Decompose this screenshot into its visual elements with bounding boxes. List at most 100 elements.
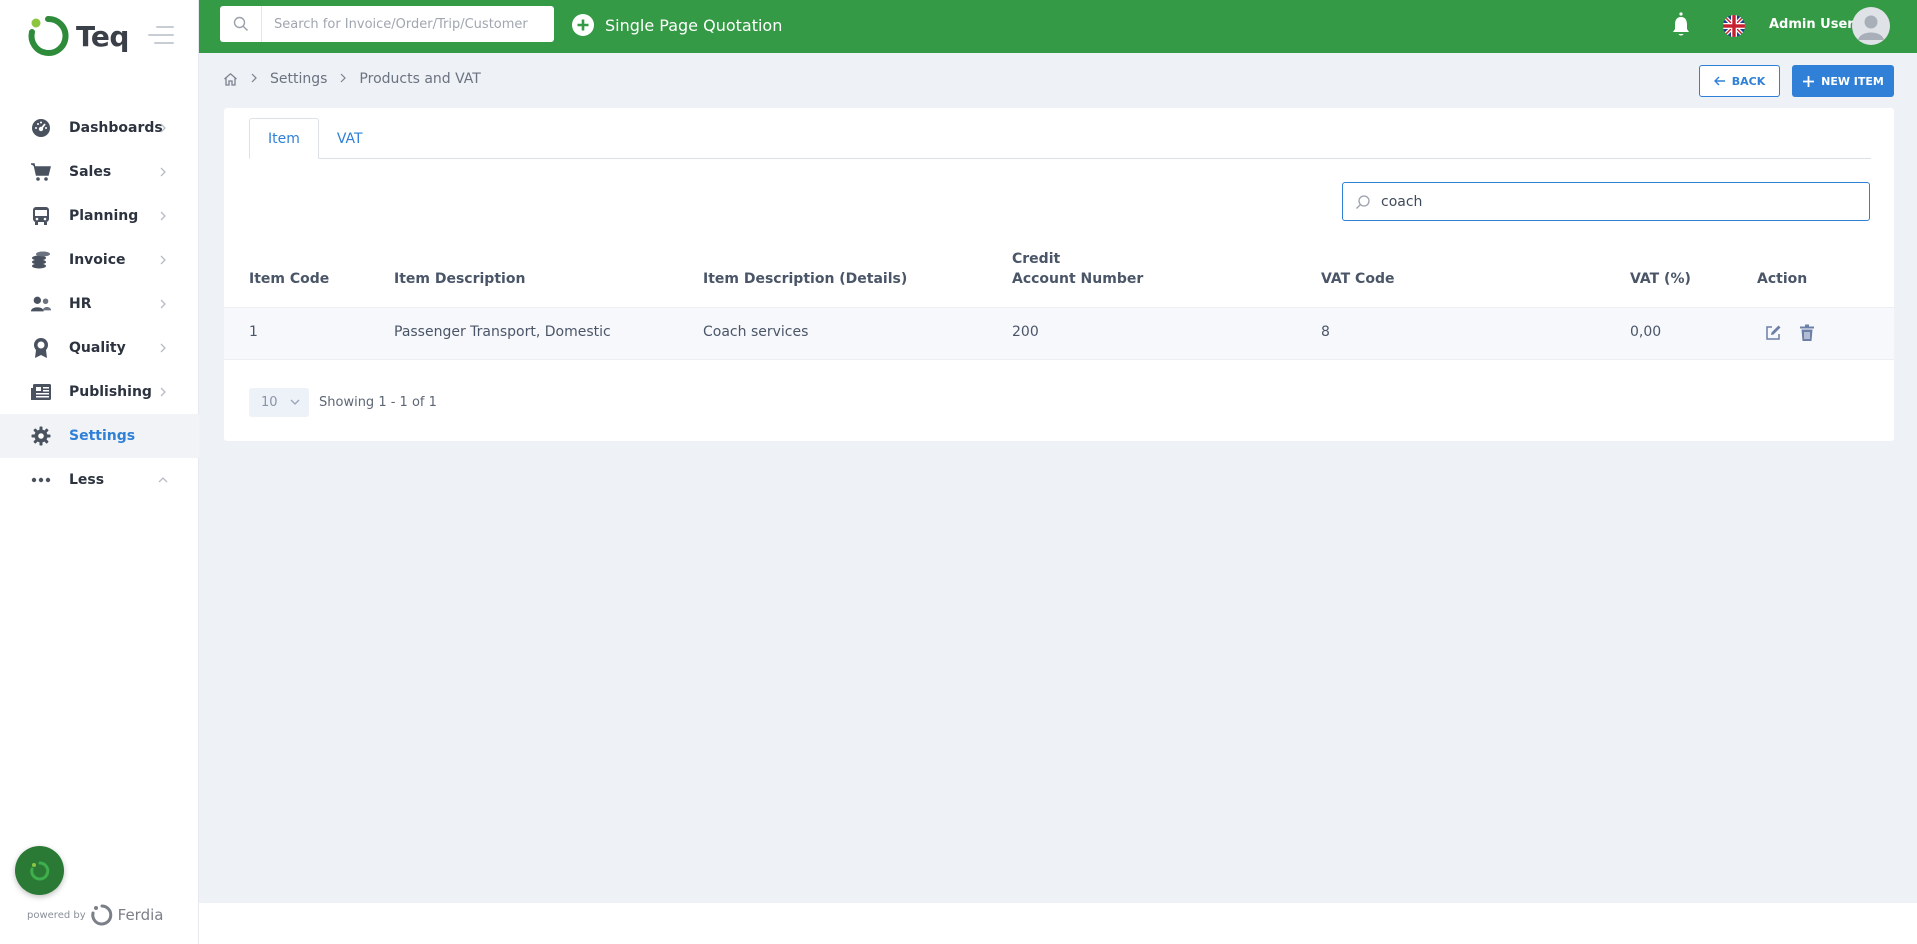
sidebar-item-settings[interactable]: Settings [0,414,199,458]
sidebar-nav: Dashboards Sales Planning Invoice HR Qua… [0,106,199,502]
column-header-vat-percent[interactable]: VAT (%) [1630,269,1691,289]
global-search[interactable] [220,6,554,42]
cell-credit-account-number: 200 [1012,324,1039,340]
breadcrumb: Settings Products and VAT [223,71,481,87]
teq-logo-icon [29,861,49,880]
chevron-up-icon [158,477,168,483]
search-icon[interactable] [220,6,262,42]
column-header-account-number[interactable]: Account Number [1012,269,1143,289]
sidebar-item-sales[interactable]: Sales [0,150,199,194]
users-icon [30,293,52,315]
cell-vat-percent: 0,00 [1630,324,1662,340]
page-size-value: 10 [261,395,278,410]
products-card: Item VAT Item Code Item Description Item… [224,108,1894,441]
chevron-right-icon [160,123,166,133]
gear-icon [30,425,52,447]
user-name[interactable]: Admin User [1769,17,1854,32]
search-icon [1356,194,1370,209]
teq-logo-icon [28,15,69,56]
column-header-item-description[interactable]: Item Description [394,269,525,289]
sidebar-item-quality[interactable]: Quality [0,326,199,370]
column-header-action: Action [1757,271,1808,287]
sidebar-item-label: Settings [69,428,136,444]
chevron-down-icon [290,399,300,405]
chevron-right-icon [160,167,166,177]
sidebar-item-label: Quality [69,340,126,356]
language-flag-icon[interactable] [1723,15,1745,37]
bus-icon [30,205,52,227]
back-button[interactable]: BACK [1699,65,1780,97]
assistant-button[interactable] [15,846,64,895]
sidebar-item-dashboards[interactable]: Dashboards [0,106,199,150]
sidebar-item-label: Planning [69,208,139,224]
chevron-right-icon [160,299,166,309]
plus-circle-icon [572,14,594,36]
sidebar-item-label: Less [69,472,105,488]
edit-icon[interactable] [1764,324,1782,342]
sidebar-item-label: Invoice [69,252,126,268]
dashboard-icon [30,117,52,139]
chevron-right-icon [339,71,347,87]
chevron-right-icon [160,387,166,397]
column-header-item-code[interactable]: Item Code [249,269,329,289]
tab-item[interactable]: Item [249,118,319,159]
page-size-select[interactable]: 10 [249,388,309,417]
global-search-input[interactable] [262,16,552,32]
pagination: 10 Showing 1 - 1 of 1 [249,388,437,417]
table-search[interactable] [1342,182,1870,221]
sidebar-item-planning[interactable]: Planning [0,194,199,238]
newspaper-icon [30,381,52,403]
cell-item-description: Passenger Transport, Domestic [394,324,611,340]
cart-icon [30,161,52,183]
single-page-quotation-label: Single Page Quotation [605,15,783,35]
brand-logo[interactable]: Teq [26,14,129,58]
chevron-right-icon [160,211,166,221]
tab-bar: Item VAT [249,118,1871,159]
back-button-label: BACK [1731,74,1766,88]
powered-by-text: powered by [27,909,86,921]
footer [199,903,1917,944]
brand-name: Teq [76,19,129,53]
new-item-button-label: NEW ITEM [1821,74,1884,88]
breadcrumb-settings[interactable]: Settings [270,71,327,87]
new-item-button[interactable]: NEW ITEM [1792,65,1894,97]
sidebar-item-label: HR [69,296,92,312]
column-header-credit[interactable]: Credit [1012,249,1060,269]
breadcrumb-current: Products and VAT [359,71,481,87]
sidebar-item-hr[interactable]: HR [0,282,199,326]
cell-item-description-details: Coach services [703,324,809,340]
award-icon [30,337,52,359]
pagination-summary: Showing 1 - 1 of 1 [319,395,437,410]
ferdia-brand: Ferdia [117,906,164,924]
ellipsis-icon [30,469,52,491]
avatar[interactable] [1852,7,1890,45]
column-header-item-description-details[interactable]: Item Description (Details) [703,269,907,289]
ferdia-logo-icon [90,904,112,926]
sidebar-item-publishing[interactable]: Publishing [0,370,199,414]
coins-icon [30,249,52,271]
sidebar-item-less[interactable]: Less [0,458,199,502]
sidebar: Teq Dashboards Sales Planning Invoice HR… [0,0,199,944]
single-page-quotation-button[interactable]: Single Page Quotation [571,13,782,37]
arrow-left-icon [1713,76,1725,86]
user-avatar-icon [1858,15,1884,40]
cell-vat-code: 8 [1321,324,1330,340]
topbar: Single Page Quotation Admin User [199,0,1917,53]
trash-icon[interactable] [1798,324,1816,342]
tab-vat[interactable]: VAT [319,118,381,159]
chevron-right-icon [160,255,166,265]
menu-toggle-icon[interactable] [148,26,174,46]
column-header-vat-code[interactable]: VAT Code [1321,269,1394,289]
sidebar-item-label: Dashboards [69,120,163,136]
powered-by: powered by Ferdia [27,903,163,927]
chevron-right-icon [250,71,258,87]
notification-bell-icon[interactable] [1670,12,1692,38]
table-search-input[interactable] [1381,193,1861,210]
table-row[interactable]: 1 Passenger Transport, Domestic Coach se… [224,307,1894,360]
table-header: Item Code Item Description Item Descript… [224,248,1894,306]
home-icon[interactable] [223,72,238,87]
cell-item-code: 1 [249,324,258,340]
plus-icon [1803,75,1815,87]
sidebar-item-invoice[interactable]: Invoice [0,238,199,282]
sidebar-item-label: Sales [69,164,112,180]
